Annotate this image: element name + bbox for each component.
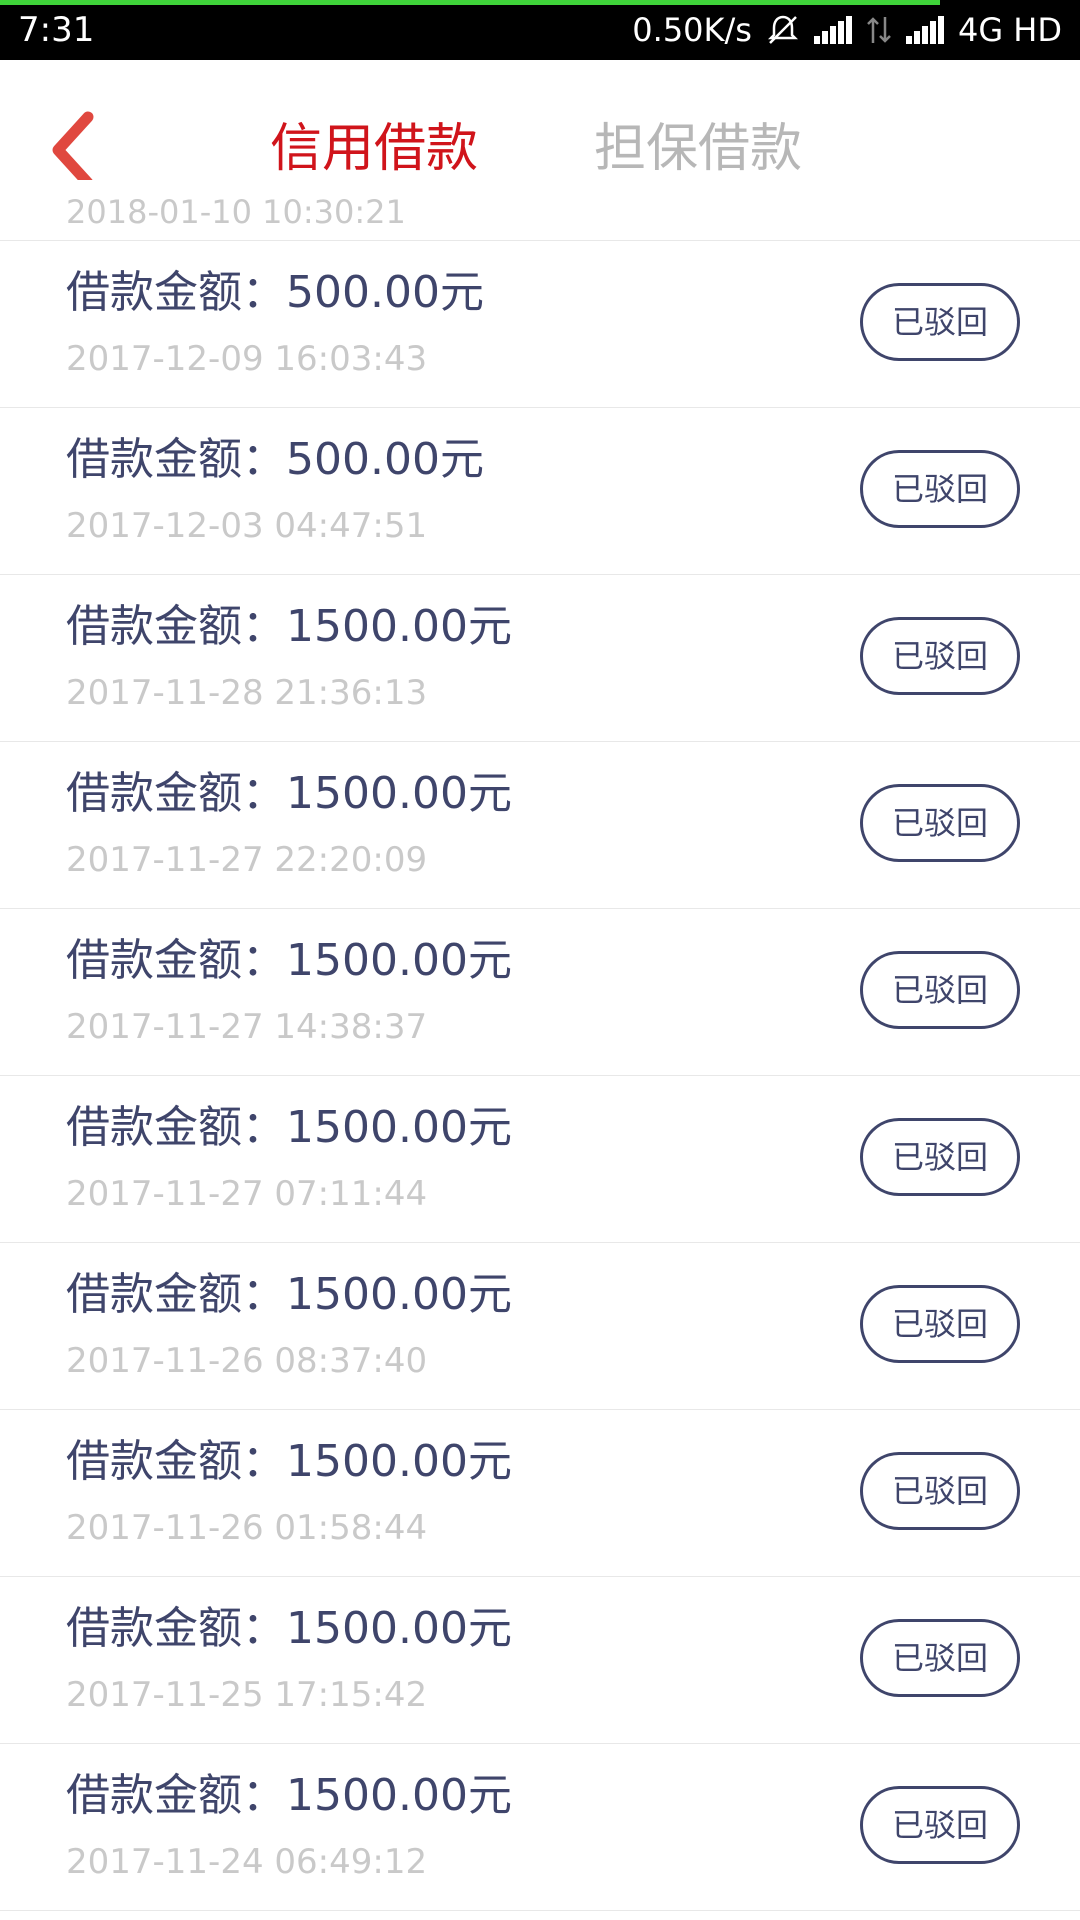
status-badge[interactable]: 已驳回 — [860, 1285, 1020, 1363]
network-speed: 0.50K/s — [632, 11, 752, 49]
status-badge[interactable]: 已驳回 — [860, 1452, 1020, 1530]
network-type: 4G HD — [957, 11, 1062, 49]
list-item[interactable]: 借款金额：1500.00元 2017-11-26 01:58:44 已驳回 — [0, 1410, 1080, 1577]
list-item[interactable]: 借款金额：1500.00元 2017-11-25 17:15:42 已驳回 — [0, 1577, 1080, 1744]
status-badge[interactable]: 已驳回 — [860, 784, 1020, 862]
loan-amount: 借款金额：1500.00元 — [66, 1436, 512, 1487]
loan-amount: 借款金额：1500.00元 — [66, 1603, 512, 1654]
list-item[interactable]: 借款金额：1500.00元 2017-11-27 14:38:37 已驳回 — [0, 909, 1080, 1076]
status-badge[interactable]: 已驳回 — [860, 1619, 1020, 1697]
status-right: 0.50K/s 4G HD — [632, 10, 1062, 50]
list-item[interactable]: 借款金额：500.00元 2017-12-03 04:47:51 已驳回 — [0, 408, 1080, 575]
status-bar: 7:31 0.50K/s 4G HD — [0, 0, 1080, 60]
loan-date: 2017-11-24 06:49:12 — [66, 1842, 428, 1882]
loan-amount: 借款金额：500.00元 — [66, 434, 484, 485]
loan-date: 2017-11-28 21:36:13 — [66, 673, 428, 713]
status-time: 7:31 — [18, 10, 95, 50]
status-badge[interactable]: 已驳回 — [860, 1786, 1020, 1864]
peek-date: 2018-01-10 10:30:21 — [66, 193, 406, 231]
loan-amount: 借款金额：1500.00元 — [66, 768, 512, 819]
list-item[interactable]: 借款金额：1500.00元 2017-11-27 07:11:44 已驳回 — [0, 1076, 1080, 1243]
loan-amount: 借款金额：500.00元 — [66, 267, 484, 318]
loan-date: 2017-12-03 04:47:51 — [66, 506, 428, 546]
loan-date: 2017-11-27 22:20:09 — [66, 840, 428, 880]
partially-visible-row: 2018-01-10 10:30:21 — [0, 180, 1080, 241]
status-badge[interactable]: 已驳回 — [860, 283, 1020, 361]
loan-date: 2017-11-26 08:37:40 — [66, 1341, 428, 1381]
loan-amount: 借款金额：1500.00元 — [66, 1102, 512, 1153]
loan-amount: 借款金额：1500.00元 — [66, 1269, 512, 1320]
list-item[interactable]: 借款金额：500.00元 2017-12-09 16:03:43 已驳回 — [0, 241, 1080, 408]
list-item[interactable]: 借款金额：1500.00元 2017-11-24 06:49:12 已驳回 — [0, 1744, 1080, 1911]
status-badge[interactable]: 已驳回 — [860, 1118, 1020, 1196]
signal-icon — [813, 16, 852, 44]
loan-date: 2017-11-27 07:11:44 — [66, 1174, 428, 1214]
loan-amount: 借款金额：1500.00元 — [66, 601, 512, 652]
data-arrows-icon — [867, 17, 891, 43]
status-badge[interactable]: 已驳回 — [860, 951, 1020, 1029]
loan-date: 2017-11-26 01:58:44 — [66, 1508, 428, 1548]
loan-date: 2017-12-09 16:03:43 — [66, 339, 428, 379]
loan-amount: 借款金额：1500.00元 — [66, 1770, 512, 1821]
list-item[interactable]: 借款金额：1500.00元 2017-11-27 22:20:09 已驳回 — [0, 742, 1080, 909]
status-badge[interactable]: 已驳回 — [860, 617, 1020, 695]
list-item[interactable]: 借款金额：1500.00元 2017-11-28 21:36:13 已驳回 — [0, 575, 1080, 742]
status-badge[interactable]: 已驳回 — [860, 450, 1020, 528]
loading-progress-bar — [0, 0, 940, 5]
list-item[interactable]: 借款金额：1500.00元 2017-11-26 08:37:40 已驳回 — [0, 1243, 1080, 1410]
loan-date: 2017-11-25 17:15:42 — [66, 1675, 428, 1715]
mute-bell-icon — [767, 15, 798, 44]
signal-icon — [905, 16, 944, 44]
loan-amount: 借款金额：1500.00元 — [66, 935, 512, 986]
loan-record-list: 借款金额：500.00元 2017-12-09 16:03:43 已驳回 借款金… — [0, 241, 1080, 1911]
loan-date: 2017-11-27 14:38:37 — [66, 1007, 428, 1047]
